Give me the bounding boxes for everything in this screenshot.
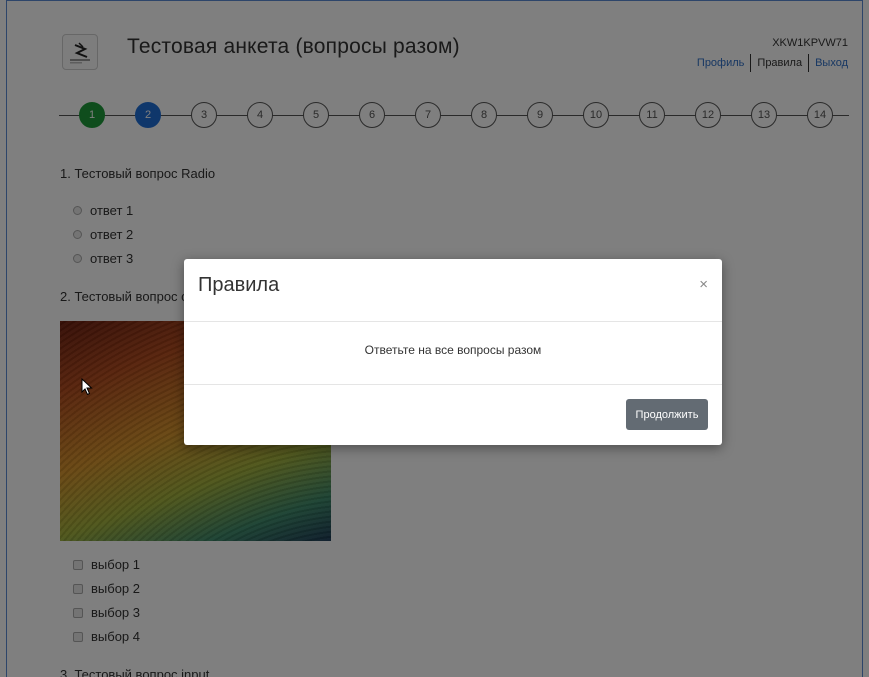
modal-header: Правила × [184,259,722,322]
modal-title: Правила [198,274,280,296]
close-icon[interactable]: × [699,276,708,293]
rules-modal: Правила × Ответьте на все вопросы разом … [184,259,722,445]
modal-message: Ответьте на все вопросы разом [364,343,542,357]
continue-button[interactable]: Продолжить [626,399,708,430]
modal-body: Ответьте на все вопросы разом [184,322,722,385]
mouse-cursor-icon [81,378,93,396]
